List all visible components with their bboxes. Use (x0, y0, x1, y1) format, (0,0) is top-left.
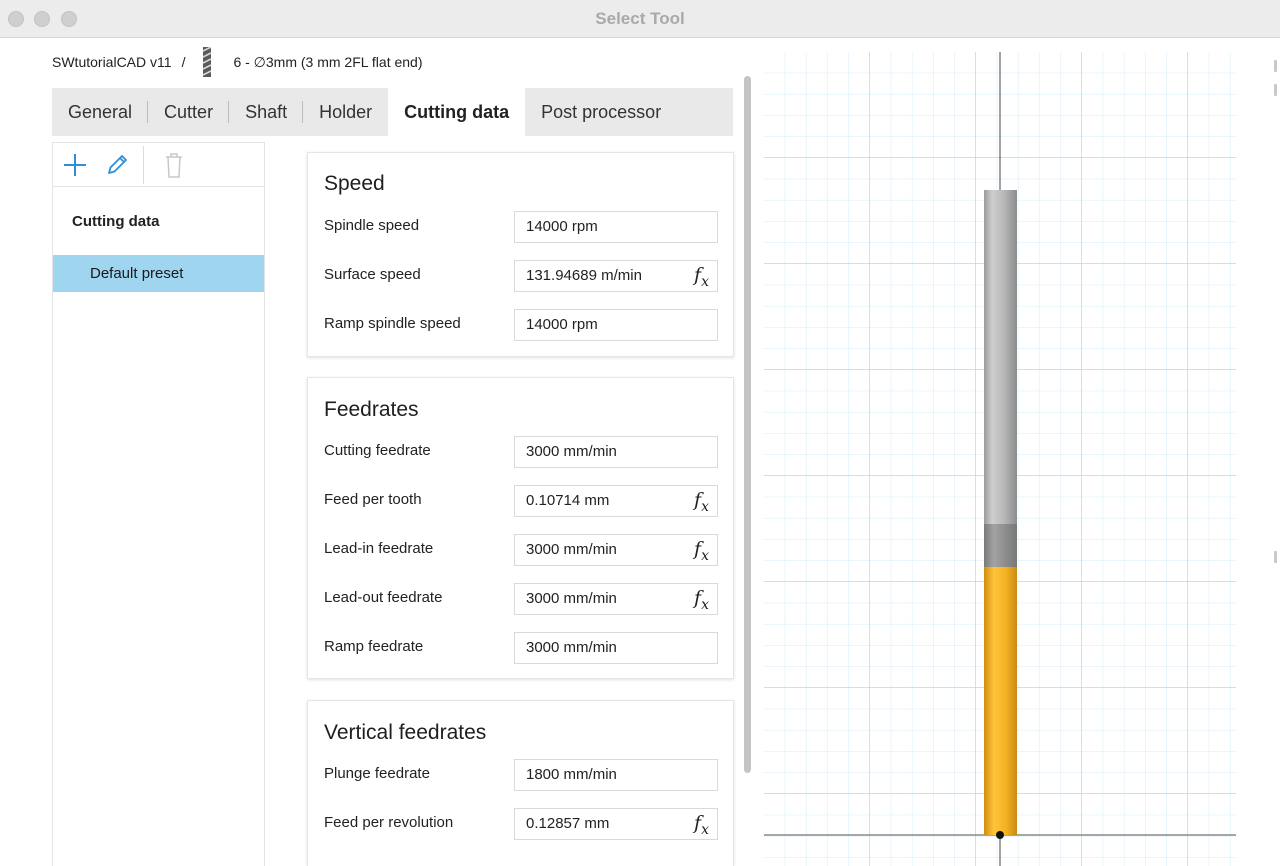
field-label: Lead-in feedrate (324, 540, 434, 557)
add-preset-button[interactable] (59, 149, 91, 181)
tab-bar: General Cutter Shaft Holder Cutting data… (52, 88, 733, 136)
formula-icon[interactable]: fx (694, 587, 709, 613)
tool-shank (984, 190, 1017, 524)
field-value: 1800 mm/min (526, 766, 617, 783)
tool-tip-point (996, 831, 1004, 839)
section-title: Speed (324, 172, 385, 195)
formula-icon[interactable]: fx (694, 538, 709, 564)
vertical-feedrates-section: Vertical feedrates Plunge feedrate 1800 … (307, 700, 734, 866)
toolbar-divider (143, 145, 144, 184)
form-scrollbar[interactable] (744, 76, 751, 773)
tab-cutting-data[interactable]: Cutting data (388, 88, 526, 136)
lead-in-feedrate-field[interactable]: 3000 mm/min fx (514, 534, 718, 566)
tab-post-processor[interactable]: Post processor (525, 88, 677, 136)
field-label: Plunge feedrate (324, 765, 430, 782)
trash-icon (166, 152, 182, 178)
surface-speed-row: Surface speed 131.94689 m/min fx (308, 260, 733, 292)
ramp-feedrate-field[interactable]: 3000 mm/min (514, 632, 718, 664)
spindle-speed-field[interactable]: 14000 rpm (514, 211, 718, 243)
formula-icon[interactable]: fx (694, 264, 709, 290)
field-label: Cutting feedrate (324, 442, 431, 459)
preset-panel: Cutting data Default preset (52, 142, 265, 866)
field-label: Feed per revolution (324, 814, 454, 831)
tab-cutter[interactable]: Cutter (148, 88, 230, 136)
formula-icon-x: x (701, 547, 709, 564)
field-value: 14000 rpm (526, 316, 598, 333)
plunge-feedrate-field[interactable]: 1800 mm/min (514, 759, 718, 791)
formula-icon-x: x (701, 821, 709, 838)
preset-heading: Cutting data (72, 213, 160, 230)
field-value: 3000 mm/min (526, 590, 617, 607)
tool-preview (764, 52, 1236, 866)
section-title: Feedrates (324, 398, 419, 421)
cutting-feedrate-row: Cutting feedrate 3000 mm/min (308, 436, 733, 468)
speed-section: Speed Spindle speed 14000 rpm Surface sp… (307, 152, 734, 357)
field-label: Ramp feedrate (324, 638, 424, 655)
formula-icon-x: x (701, 273, 709, 290)
tab-holder[interactable]: Holder (303, 88, 388, 136)
field-label: Surface speed (324, 266, 421, 283)
field-value: 0.10714 mm (526, 492, 610, 509)
field-value: 3000 mm/min (526, 443, 617, 460)
window-title: Select Tool (595, 9, 685, 28)
feed-per-tooth-field[interactable]: 0.10714 mm fx (514, 485, 718, 517)
lead-out-feedrate-row: Lead-out feedrate 3000 mm/min fx (308, 583, 733, 615)
field-value: 0.12857 mm (526, 815, 610, 832)
ramp-spindle-speed-field[interactable]: 14000 rpm (514, 309, 718, 341)
ramp-feedrate-row: Ramp feedrate 3000 mm/min (308, 632, 733, 664)
edit-preset-button[interactable] (101, 149, 133, 181)
add-icon (64, 153, 86, 176)
tab-general[interactable]: General (52, 88, 149, 136)
delete-preset-button[interactable] (158, 149, 190, 181)
formula-icon[interactable]: fx (694, 812, 709, 838)
breadcrumb-separator: / (181, 54, 186, 70)
section-title: Vertical feedrates (324, 721, 487, 744)
surface-speed-field[interactable]: 131.94689 m/min fx (514, 260, 718, 292)
tool-flutes (984, 567, 1017, 835)
lead-out-feedrate-field[interactable]: 3000 mm/min fx (514, 583, 718, 615)
feedrates-section: Feedrates Cutting feedrate 3000 mm/min F… (307, 377, 734, 679)
breadcrumb-project[interactable]: SWtutorialCAD v11 (52, 54, 172, 70)
plunge-feedrate-row: Plunge feedrate 1800 mm/min (308, 759, 733, 791)
breadcrumb-tool: 6 - ∅3mm (3 mm 2FL flat end) (233, 53, 423, 70)
formula-icon-x: x (701, 596, 709, 613)
preset-toolbar (53, 143, 264, 187)
tab-shaft[interactable]: Shaft (229, 88, 304, 136)
ramp-spindle-speed-row: Ramp spindle speed 14000 rpm (308, 309, 733, 341)
cutting-feedrate-field[interactable]: 3000 mm/min (514, 436, 718, 468)
field-label: Lead-out feedrate (324, 589, 443, 606)
edit-icon (108, 154, 127, 174)
edge-marker (1274, 60, 1277, 72)
formula-icon-x: x (701, 498, 709, 515)
preset-item-default[interactable]: Default preset (53, 255, 264, 292)
feed-per-revolution-row: Feed per revolution 0.12857 mm fx (308, 808, 733, 840)
field-label: Spindle speed (324, 217, 420, 234)
field-value: 3000 mm/min (526, 639, 617, 656)
field-label: Feed per tooth (324, 491, 422, 508)
field-value: 14000 rpm (526, 218, 598, 235)
feed-per-tooth-row: Feed per tooth 0.10714 mm fx (308, 485, 733, 517)
field-value: 3000 mm/min (526, 541, 617, 558)
lead-in-feedrate-row: Lead-in feedrate 3000 mm/min fx (308, 534, 733, 566)
field-value: 131.94689 m/min (526, 267, 642, 284)
edge-marker (1274, 84, 1277, 96)
end-mill-icon (203, 47, 212, 77)
spindle-speed-row: Spindle speed 14000 rpm (308, 211, 733, 243)
formula-icon[interactable]: fx (694, 489, 709, 515)
tool-neck (984, 524, 1017, 567)
title-bar: Select Tool (0, 0, 1280, 38)
field-label: Ramp spindle speed (324, 315, 461, 332)
feed-per-revolution-field[interactable]: 0.12857 mm fx (514, 808, 718, 840)
edge-marker (1274, 551, 1277, 563)
breadcrumb: SWtutorialCAD v11 / 6 - ∅3mm (3 mm 2FL f… (52, 47, 423, 77)
